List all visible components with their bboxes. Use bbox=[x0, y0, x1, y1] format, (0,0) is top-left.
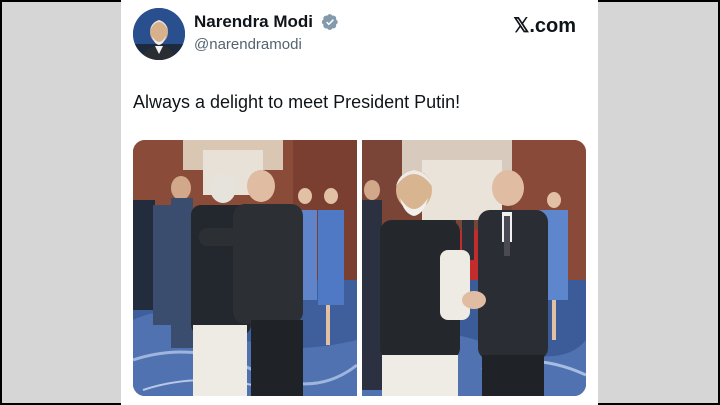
tweet-photo-1[interactable] bbox=[133, 140, 357, 396]
tweet-text: Always a delight to meet President Putin… bbox=[133, 92, 461, 112]
x-logo[interactable]: 𝕏.com bbox=[513, 13, 576, 38]
tweet-card: Narendra Modi @narendramodi 𝕏.com Always… bbox=[121, 0, 598, 405]
author-name[interactable]: Narendra Modi bbox=[194, 12, 313, 32]
photo-icon bbox=[133, 140, 357, 396]
photo-icon bbox=[362, 140, 586, 396]
verified-badge-icon bbox=[321, 14, 338, 30]
author-handle[interactable]: @narendramodi bbox=[194, 36, 302, 53]
avatar-icon bbox=[133, 8, 185, 60]
avatar[interactable] bbox=[133, 8, 185, 60]
tweet-photo-2[interactable] bbox=[362, 140, 586, 396]
